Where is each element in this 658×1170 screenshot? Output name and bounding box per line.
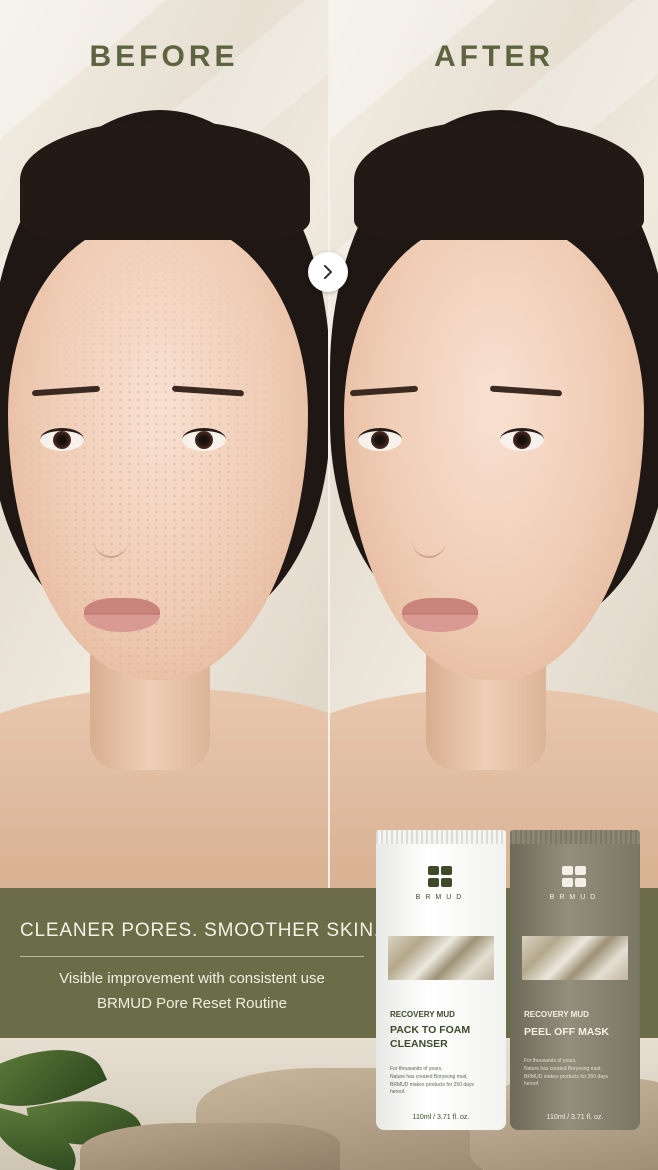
product-description: Nature has created Boryeong mud. (390, 1074, 468, 1080)
banner-headline: CLEANER PORES. SMOOTHER SKIN. (20, 920, 380, 941)
left-eye (40, 428, 84, 451)
peel-off-mask-tube[interactable]: BRMUD RECOVERY MUD PEEL OFF MASK For tho… (510, 830, 640, 1130)
right-eye (182, 428, 226, 451)
brand-name: BRMUD (549, 894, 601, 901)
tube-body: BRMUD RECOVERY MUD PACK TO FOAM CLEANSER… (376, 844, 506, 1130)
after-panel: AFTER (330, 0, 658, 888)
compare-arrow-button[interactable] (308, 252, 348, 292)
before-label: BEFORE (89, 40, 239, 73)
lips (84, 598, 160, 632)
brand-name: BRMUD (415, 894, 467, 901)
marble-band (522, 936, 628, 980)
brand-logo-icon (428, 866, 454, 888)
product-volume: 110ml / 3.71 fl. oz. (412, 1114, 470, 1121)
product-volume: 110ml / 3.71 fl. oz. (546, 1114, 604, 1121)
product-line: RECOVERY MUD (524, 1010, 589, 1019)
hair-fringe (20, 120, 310, 240)
product-description: For thousands of years, (390, 1066, 443, 1072)
stone (80, 1123, 340, 1170)
after-label: AFTER (434, 40, 554, 73)
hair-fringe (354, 120, 644, 240)
product-description: BRMUD makes products for 250 days hereof… (390, 1082, 474, 1095)
product-description: BRMUD makes products for 250 days hereof… (524, 1074, 608, 1087)
right-eye (500, 428, 544, 451)
product-name-line-1: PEEL OFF MASK (524, 1026, 609, 1038)
brand-logo-icon (562, 866, 588, 888)
product-line: RECOVERY MUD (390, 1010, 455, 1019)
product-description: Nature has created Boryeong mud. (524, 1066, 602, 1072)
cleanser-tube[interactable]: BRMUD RECOVERY MUD PACK TO FOAM CLEANSER… (376, 830, 506, 1130)
banner-routine-name: BRMUD Pore Reset Routine (96, 995, 288, 1012)
banner-subline: Visible improvement with consistent use (59, 970, 325, 987)
before-panel: BEFORE (0, 0, 328, 888)
product-description: For thousands of years, (524, 1058, 577, 1064)
left-eye (358, 428, 402, 451)
tube-crimp (376, 830, 506, 844)
product-name-line-2: CLEANSER (390, 1038, 448, 1050)
product-name-line-1: PACK TO FOAM (390, 1024, 471, 1036)
lips (402, 598, 478, 632)
marble-band (388, 936, 494, 980)
tube-body: BRMUD RECOVERY MUD PEEL OFF MASK For tho… (510, 844, 640, 1130)
chevron-right-icon (324, 265, 332, 279)
banner-divider (20, 956, 364, 957)
tube-crimp (510, 830, 640, 844)
